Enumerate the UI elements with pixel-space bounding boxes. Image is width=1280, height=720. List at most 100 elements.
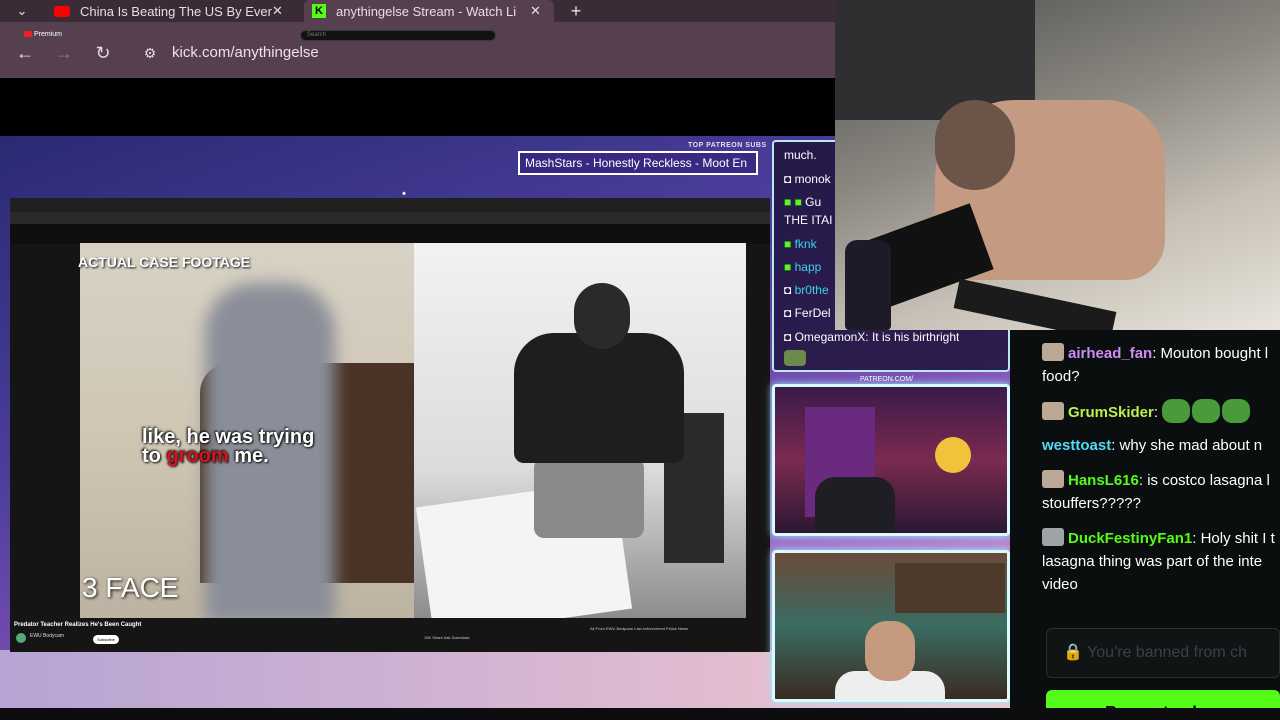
pepe-emote-icon bbox=[1222, 399, 1251, 423]
yt-video-title: Predator Teacher Realizes He's Been Caug… bbox=[14, 622, 142, 628]
user-badge-icon bbox=[1042, 343, 1064, 361]
badge-icon: ◘ bbox=[784, 172, 795, 186]
screen: ⌄ China Is Beating The US By Ever ✕ K an… bbox=[0, 0, 1280, 720]
overlay-chat-text: Gu bbox=[805, 195, 822, 209]
guest-face bbox=[865, 621, 915, 681]
user-badge-icon bbox=[1042, 528, 1064, 546]
keyboard bbox=[953, 278, 1117, 330]
page-header-band bbox=[0, 78, 835, 136]
close-icon[interactable]: ✕ bbox=[272, 3, 283, 19]
streamer-webcam bbox=[835, 0, 1280, 330]
case-footage-label: ACTUAL CASE FOOTAGE bbox=[78, 254, 251, 270]
overlay-chat-line: ◘ OmegamonX: It is his birthright bbox=[784, 330, 959, 344]
overlay-chat-text: fknk bbox=[794, 237, 817, 251]
chat-message: airhead_fan: Mouton bought l food? bbox=[1042, 343, 1269, 385]
overlay-chat-line: ◘ FerDel bbox=[784, 306, 831, 320]
new-tab-button[interactable]: + bbox=[562, 0, 590, 22]
patreon-subs-label: TOP PATREON SUBS bbox=[688, 142, 767, 149]
shelf bbox=[895, 563, 1005, 613]
subtitle-text: to bbox=[142, 445, 167, 467]
pepe-emote-icon bbox=[1192, 399, 1221, 423]
tab-youtube[interactable]: China Is Beating The US By Ever ✕ bbox=[46, 0, 296, 22]
chat-message: westtoast: why she mad about n bbox=[1042, 437, 1263, 454]
overlay-chat-line: ■ happ bbox=[784, 260, 821, 274]
overlay-chat-line: ■ fknk bbox=[784, 237, 817, 251]
emote-icon bbox=[784, 350, 806, 366]
patreon-url-label: PATREON.COM/ bbox=[860, 376, 914, 383]
overlay-chat-text: br0the bbox=[794, 283, 829, 297]
yt-channel-name: EWU Bodycam bbox=[30, 633, 64, 639]
plus-icon: + bbox=[570, 0, 582, 21]
chair bbox=[815, 477, 895, 533]
tab-title: anythingelse Stream - Watch Li bbox=[336, 3, 517, 19]
reload-icon: ↻ bbox=[95, 43, 111, 63]
subtitle-highlight: groom bbox=[166, 445, 229, 467]
address-bar[interactable]: kick.com/anythingelse bbox=[172, 44, 319, 61]
overlay-chat-text: happ bbox=[794, 260, 822, 274]
chat-username[interactable]: DuckFestinyFan1 bbox=[1068, 530, 1192, 547]
chat-username[interactable]: HansL616 bbox=[1068, 472, 1139, 489]
channel-avatar bbox=[16, 633, 26, 643]
chat-username[interactable]: westtoast bbox=[1042, 437, 1111, 454]
overlay-chat-line: THE ITAI bbox=[784, 213, 833, 227]
user-badge-icon bbox=[1042, 402, 1064, 420]
reload-button[interactable]: ↻ bbox=[91, 41, 115, 65]
overlay-chat-text: OmegamonX: It is his birthright bbox=[794, 330, 960, 344]
yt-search-input: Search bbox=[300, 30, 496, 41]
youtube-icon bbox=[54, 5, 70, 17]
user-badge-icon bbox=[1042, 470, 1064, 488]
badge-icon: ◘ bbox=[784, 330, 795, 344]
bottom-edge bbox=[0, 708, 1280, 720]
banned-placeholder: You're banned from ch bbox=[1087, 644, 1247, 661]
man-torso bbox=[514, 333, 684, 463]
yt-subscribe-button: Subscribe bbox=[93, 635, 119, 644]
youtube-icon bbox=[24, 31, 32, 38]
arrow-left-icon: ← bbox=[16, 43, 34, 63]
man-shorts bbox=[534, 458, 644, 538]
yt-logo-text: Premium bbox=[34, 31, 63, 38]
overlay-chat-line: ◘ br0the bbox=[784, 283, 829, 297]
yt-filter-chips: All From EWU Bodycam Law enforcement Pol… bbox=[590, 626, 689, 631]
back-button[interactable]: ← bbox=[13, 41, 37, 65]
badge-icon: ◘ bbox=[784, 306, 795, 320]
secondary-webcam bbox=[772, 384, 1010, 536]
video-subtitle: like, he was trying to groom me. bbox=[142, 427, 314, 467]
streamer-head bbox=[935, 100, 1015, 190]
tab-kick[interactable]: K anythingelse Stream - Watch Li ✕ bbox=[304, 0, 554, 22]
kick-icon: K bbox=[312, 4, 326, 18]
overlay-chat-text: monok bbox=[794, 172, 831, 186]
face-label: 3 FACE bbox=[82, 572, 179, 603]
close-icon[interactable]: ✕ bbox=[530, 3, 541, 19]
chevron-down-icon: ⌄ bbox=[16, 3, 28, 18]
chat-text: why she mad about n bbox=[1119, 437, 1263, 454]
lock-icon: 🔒 bbox=[1063, 644, 1088, 661]
subtitle-line-2: to groom me. bbox=[142, 445, 314, 467]
overlay-chat-line: ◘ monok bbox=[784, 172, 831, 186]
lamp bbox=[935, 437, 971, 473]
guest-webcam bbox=[772, 550, 1010, 702]
tab-title: China Is Beating The US By Ever bbox=[80, 3, 272, 19]
patreon-ticker: MashStars - Honestly Reckless - Moot En bbox=[518, 151, 758, 175]
badge-icon: ◘ bbox=[784, 283, 795, 297]
yt-action-row: 15K Share Ask Download bbox=[424, 635, 470, 640]
overlay-chat-text: FerDel bbox=[794, 306, 831, 320]
tune-icon: ⚙ bbox=[143, 45, 157, 61]
chat-message: GrumSkider: bbox=[1042, 399, 1280, 424]
site-info-button[interactable]: ⚙ bbox=[138, 41, 162, 65]
tab-list-dropdown[interactable]: ⌄ bbox=[8, 0, 36, 22]
bottle bbox=[845, 240, 891, 330]
chat-username[interactable]: airhead_fan bbox=[1068, 345, 1152, 362]
kick-badge-icon: ■ bbox=[784, 237, 795, 251]
chat-message: HansL616: is costco lasagna l stouffers?… bbox=[1042, 470, 1270, 512]
yt-logo: Premium bbox=[24, 31, 62, 38]
chat-input-banned: 🔒 You're banned from ch bbox=[1046, 628, 1280, 678]
chat-username[interactable]: GrumSkider bbox=[1068, 404, 1154, 421]
man-head bbox=[574, 283, 630, 349]
kick-badge-icon: ■ bbox=[784, 260, 795, 274]
forward-button[interactable]: → bbox=[52, 41, 76, 65]
video-right-pane bbox=[414, 243, 746, 618]
arrow-right-icon: → bbox=[55, 43, 73, 63]
kick-badge-icon: ■ ■ bbox=[784, 195, 806, 209]
subtitle-text: me. bbox=[228, 445, 269, 467]
pepe-emote-icon bbox=[1162, 399, 1191, 423]
